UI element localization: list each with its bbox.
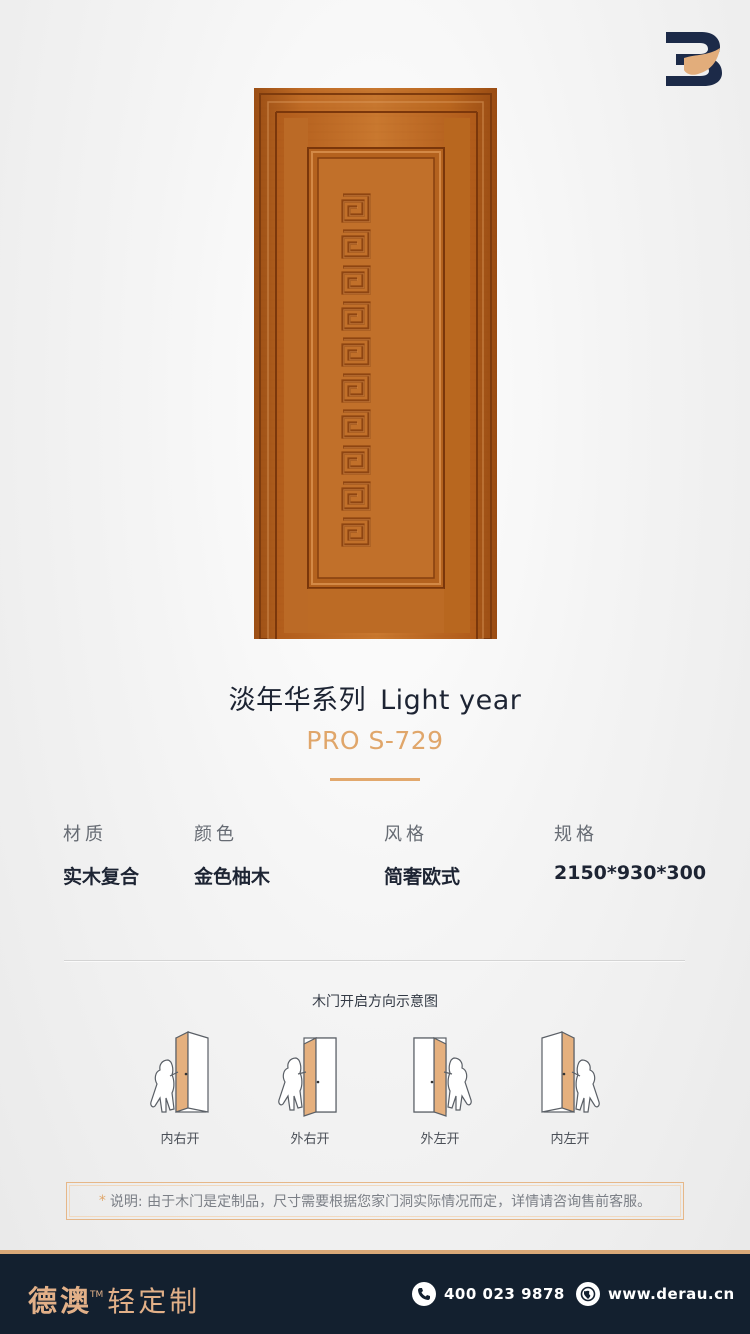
brand-name: 德澳 — [28, 1284, 93, 1318]
phone-number: 400 023 9878 — [444, 1285, 565, 1303]
spec-value: 简奢欧式 — [384, 866, 461, 888]
globe-icon — [576, 1282, 600, 1306]
spec-value: 2150*930*300 — [554, 862, 707, 884]
notice-star: * — [98, 1193, 106, 1209]
spec-value: 实木复合 — [63, 866, 140, 888]
series-name-en: Light year — [380, 685, 522, 716]
brand-logo-icon — [666, 32, 722, 86]
custom-notice: * 说明: 由于木门是定制品，尺寸需要根据您家门洞实际情况而定，详情请咨询售前客… — [66, 1182, 684, 1220]
spec-size: 规格 2150*930*300 — [554, 820, 706, 884]
phone-icon — [412, 1282, 436, 1306]
spec-color: 颜色 金色柚木 — [194, 820, 270, 889]
opening-caption: 外左开 — [420, 1132, 460, 1147]
door-person-icon — [413, 1037, 472, 1117]
opening-caption: 外右开 — [290, 1132, 330, 1147]
accent-divider — [330, 778, 420, 781]
brand-slogan: 轻定制 — [107, 1285, 201, 1318]
opening-caption: 内右开 — [160, 1132, 200, 1147]
footer-phone[interactable]: 400 023 9878 — [412, 1282, 565, 1306]
product-model: PRO S-729 — [306, 726, 444, 755]
spec-label: 材质 — [63, 824, 107, 845]
spec-label: 规格 — [554, 824, 598, 845]
opening-inner-left: 内左开 — [530, 1028, 610, 1147]
door-person-icon — [150, 1031, 209, 1113]
spec-style: 风格 简奢欧式 — [384, 820, 460, 889]
spec-label: 风格 — [384, 824, 428, 845]
opening-inner-right: 内右开 — [140, 1028, 220, 1147]
spec-material: 材质 实木复合 — [63, 820, 139, 889]
door-image — [254, 88, 497, 640]
series-name-cn: 淡年华系列 — [228, 685, 367, 716]
opening-caption: 内左开 — [550, 1132, 590, 1147]
footer-website[interactable]: www.derau.cn — [576, 1282, 735, 1306]
footer-bar: 德澳 TM 轻定制 400 023 9878 www.derau.cn — [0, 1250, 750, 1334]
footer-brand: 德澳 TM 轻定制 — [28, 1278, 200, 1320]
spec-label: 颜色 — [194, 824, 238, 845]
opening-outer-left: 外左开 — [400, 1028, 480, 1147]
section-divider — [64, 960, 685, 962]
door-person-icon — [278, 1037, 337, 1117]
trademark-mark: TM — [90, 1290, 104, 1300]
opening-diagram-title: 木门开启方向示意图 — [312, 994, 438, 1010]
opening-outer-right: 外右开 — [270, 1028, 350, 1147]
door-person-icon — [541, 1031, 600, 1113]
product-series-title: 淡年华系列 Light year — [0, 678, 750, 717]
spec-value: 金色柚木 — [194, 866, 271, 888]
website-url: www.derau.cn — [608, 1285, 735, 1303]
notice-text: 说明: 由于木门是定制品，尺寸需要根据您家门洞实际情况而定，详情请咨询售前客服。 — [109, 1194, 652, 1210]
